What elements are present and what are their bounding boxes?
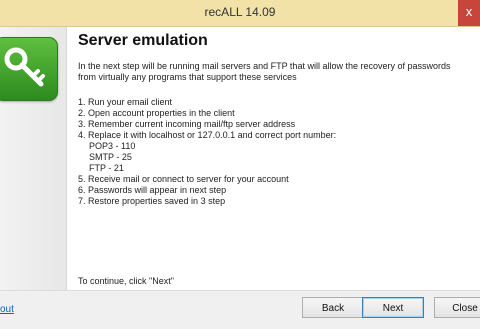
next-button[interactable]: Next bbox=[362, 297, 424, 318]
continue-hint: To continue, click "Next" bbox=[78, 276, 174, 286]
wizard-content: Server emulation In the next step will b… bbox=[0, 27, 480, 290]
step-1: 1. Run your email client bbox=[78, 97, 173, 107]
window-title: recALL 14.09 bbox=[204, 5, 276, 19]
close-button[interactable]: Close bbox=[434, 297, 480, 318]
title-bar: recALL 14.09 x bbox=[0, 0, 480, 27]
step-5: 5. Receive mail or connect to server for… bbox=[78, 174, 289, 184]
wizard-sidebar bbox=[0, 27, 67, 290]
window-close-button[interactable]: x bbox=[458, 0, 480, 26]
close-icon: x bbox=[465, 4, 473, 19]
button-bar: out Back Next Close bbox=[0, 290, 480, 329]
step-6: 6. Passwords will appear in next step bbox=[78, 185, 227, 195]
page-title: Server emulation bbox=[78, 32, 208, 49]
port-smtp: SMTP - 25 bbox=[89, 152, 132, 162]
step-7: 7. Restore properties saved in 3 step bbox=[78, 196, 226, 206]
step-4: 4. Replace it with localhost or 127.0.0.… bbox=[78, 130, 337, 140]
intro-text: In the next step will be running mail se… bbox=[78, 61, 451, 82]
back-button[interactable]: Back bbox=[302, 297, 364, 318]
port-pop3: POP3 - 110 bbox=[89, 141, 136, 151]
key-icon bbox=[0, 37, 58, 101]
port-ftp: FTP - 21 bbox=[89, 163, 124, 173]
step-3: 3. Remember current incoming mail/ftp se… bbox=[78, 119, 296, 129]
instruction-list: 1. Run your email client 2. Open account… bbox=[78, 97, 336, 207]
step-2: 2. Open account properties in the client bbox=[78, 108, 235, 118]
about-link[interactable]: out bbox=[0, 304, 14, 315]
